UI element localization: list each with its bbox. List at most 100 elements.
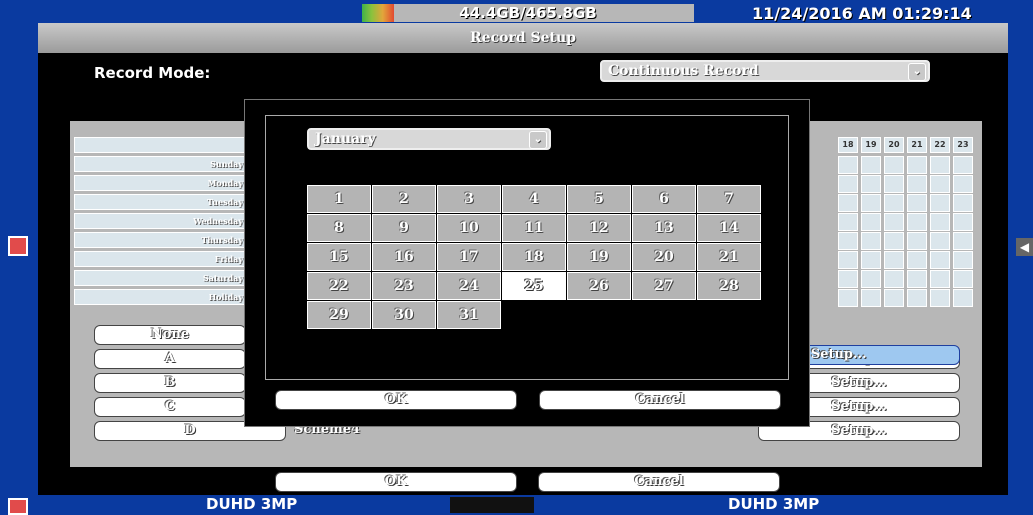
schedule-cell[interactable]	[838, 156, 858, 174]
hour-header: 18	[838, 137, 858, 153]
calendar-day[interactable]: 4	[502, 185, 566, 213]
schedule-cell[interactable]	[884, 270, 904, 288]
dialog-cancel-button[interactable]: Cancel	[539, 390, 781, 410]
schedule-cell[interactable]	[953, 194, 973, 212]
schedule-cell[interactable]	[861, 289, 881, 307]
calendar-day[interactable]: 5	[567, 185, 631, 213]
schedule-cell[interactable]	[907, 156, 927, 174]
schedule-cell[interactable]	[907, 194, 927, 212]
schedule-cell[interactable]	[884, 251, 904, 269]
calendar-day[interactable]: 31	[437, 301, 501, 329]
schedule-cell[interactable]	[884, 156, 904, 174]
schedule-cell[interactable]	[953, 289, 973, 307]
schedule-cell[interactable]	[953, 251, 973, 269]
bottom-camera-bar: DUHD 3MP DUHD 3MP	[0, 495, 1033, 515]
calendar-day[interactable]: 13	[632, 214, 696, 242]
calendar-day[interactable]: 27	[632, 272, 696, 300]
schedule-cell[interactable]	[861, 232, 881, 250]
calendar-day[interactable]: 28	[697, 272, 761, 300]
record-indicator-icon[interactable]	[8, 498, 28, 515]
calendar-day[interactable]: 22	[307, 272, 371, 300]
schedule-cell[interactable]	[930, 156, 950, 174]
schedule-cell[interactable]	[953, 156, 973, 174]
day-row-label: Saturday	[74, 270, 250, 286]
schedule-cell[interactable]	[838, 270, 858, 288]
record-mode-dropdown[interactable]: Continuous Record ⌄	[600, 60, 930, 82]
calendar-day[interactable]: 7	[697, 185, 761, 213]
schedule-cell[interactable]	[838, 175, 858, 193]
calendar-day[interactable]: 12	[567, 214, 631, 242]
schedule-cell[interactable]	[861, 194, 881, 212]
collapse-arrow-icon[interactable]: ◀	[1016, 238, 1033, 256]
schedule-cell[interactable]	[907, 213, 927, 231]
calendar-day[interactable]: 1	[307, 185, 371, 213]
chevron-down-icon: ⌄	[908, 63, 926, 81]
schedule-cell[interactable]	[861, 156, 881, 174]
schedule-cell[interactable]	[930, 175, 950, 193]
calendar-day[interactable]: 15	[307, 243, 371, 271]
schedule-cell[interactable]	[861, 213, 881, 231]
schedule-cell[interactable]	[907, 270, 927, 288]
dialog-ok-button[interactable]: OK	[275, 390, 517, 410]
scheme-b-button[interactable]: B	[94, 373, 246, 393]
calendar-day[interactable]: 24	[437, 272, 501, 300]
month-dropdown[interactable]: January ⌄	[307, 128, 551, 150]
calendar-day[interactable]: 6	[632, 185, 696, 213]
schedule-cell[interactable]	[953, 270, 973, 288]
calendar-day[interactable]: 8	[307, 214, 371, 242]
footer-cancel-button[interactable]: Cancel	[538, 472, 780, 492]
scheme-none-button[interactable]: None	[94, 325, 246, 345]
schedule-cell[interactable]	[838, 213, 858, 231]
schedule-cell[interactable]	[884, 194, 904, 212]
schedule-cell[interactable]	[861, 175, 881, 193]
schedule-cell[interactable]	[861, 270, 881, 288]
footer-ok-button[interactable]: OK	[275, 472, 517, 492]
calendar-day[interactable]: 29	[307, 301, 371, 329]
schedule-cell[interactable]	[907, 232, 927, 250]
schedule-cell[interactable]	[953, 175, 973, 193]
calendar-day[interactable]: 23	[372, 272, 436, 300]
calendar-day[interactable]: 21	[697, 243, 761, 271]
calendar-day[interactable]: 14	[697, 214, 761, 242]
schedule-cell[interactable]	[838, 232, 858, 250]
schedule-cell[interactable]	[930, 289, 950, 307]
scheme-c-button[interactable]: C	[94, 397, 246, 417]
calendar-day[interactable]: 9	[372, 214, 436, 242]
calendar-day[interactable]: 19	[567, 243, 631, 271]
schedule-cell[interactable]	[838, 194, 858, 212]
schedule-cell[interactable]	[907, 289, 927, 307]
schedule-cell[interactable]	[930, 194, 950, 212]
schedule-cell[interactable]	[884, 213, 904, 231]
calendar-day-selected[interactable]: 25	[502, 272, 566, 300]
schedule-cell[interactable]	[838, 251, 858, 269]
calendar-day[interactable]: 11	[502, 214, 566, 242]
calendar-day[interactable]: 26	[567, 272, 631, 300]
calendar-day[interactable]: 2	[372, 185, 436, 213]
calendar-day[interactable]: 20	[632, 243, 696, 271]
schedule-cell[interactable]	[930, 232, 950, 250]
calendar-day[interactable]: 30	[372, 301, 436, 329]
scheme-a-button[interactable]: A	[94, 349, 246, 369]
calendar-day[interactable]: 3	[437, 185, 501, 213]
record-mode-value: Continuous Record	[608, 63, 759, 79]
schedule-cell[interactable]	[953, 213, 973, 231]
calendar-day[interactable]: 16	[372, 243, 436, 271]
schedule-cell[interactable]	[838, 289, 858, 307]
schedule-cell[interactable]	[861, 251, 881, 269]
schedule-cell[interactable]	[930, 270, 950, 288]
calendar-day[interactable]: 18	[502, 243, 566, 271]
datetime-display: 11/24/2016 AM 01:29:14	[752, 4, 972, 23]
schedule-cell[interactable]	[884, 289, 904, 307]
schedule-cell[interactable]	[884, 175, 904, 193]
schedule-cell[interactable]	[884, 232, 904, 250]
calendar-day[interactable]: 10	[437, 214, 501, 242]
schedule-cell[interactable]	[930, 213, 950, 231]
calendar-day[interactable]: 17	[437, 243, 501, 271]
schedule-cell[interactable]	[907, 175, 927, 193]
schedule-cell[interactable]	[930, 251, 950, 269]
window-title: Record Setup	[38, 23, 1008, 53]
schedule-cell[interactable]	[953, 232, 973, 250]
schedule-cell[interactable]	[907, 251, 927, 269]
record-indicator-icon[interactable]	[8, 236, 28, 256]
hour-header: 19	[861, 137, 881, 153]
